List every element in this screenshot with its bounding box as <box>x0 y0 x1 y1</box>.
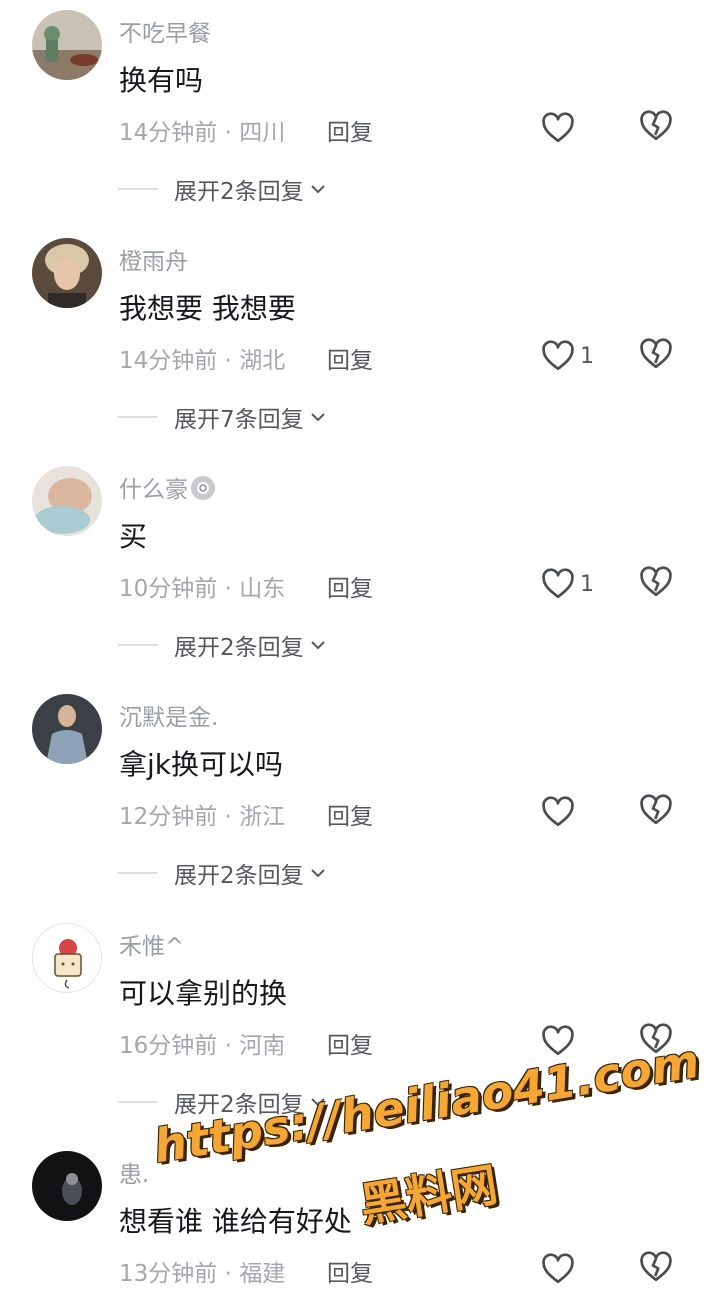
comment-text: 拿jk换可以吗 <box>119 748 283 781</box>
divider-line <box>118 644 158 646</box>
comment-time: 14分钟前 <box>119 348 218 374</box>
broken-heart-icon[interactable] <box>638 792 674 828</box>
comment-location: 山东 <box>239 576 286 602</box>
avatar[interactable] <box>32 10 102 80</box>
comment-item: 患. 想看谁 谁给有好处 13分钟前 · 福建 回复 <box>0 1143 710 1287</box>
chevron-down-icon <box>310 869 325 878</box>
comment-item: 沉默是金. 拿jk换可以吗 12分钟前 · 浙江 回复 展开2条回复 <box>0 686 710 914</box>
chevron-down-icon <box>310 641 325 650</box>
divider-line <box>118 1101 158 1103</box>
comment-time: 12分钟前 <box>119 804 218 830</box>
expand-replies-label: 展开2条回复 <box>174 863 304 889</box>
comment-location: 浙江 <box>239 804 286 830</box>
meta-separator: · <box>217 348 240 374</box>
meta-separator: · <box>217 576 240 602</box>
username[interactable]: 不吃早餐 <box>119 14 211 48</box>
comment-meta: 14分钟前 · 四川 <box>119 113 285 147</box>
comment-time: 16分钟前 <box>119 1033 218 1059</box>
comment-item: 不吃早餐 换有吗 14分钟前 · 四川 回复 展开2条回复 <box>0 2 710 230</box>
comment-item: 禾惟^ 可以拿别的换 16分钟前 · 河南 回复 展开2条回复 <box>0 915 710 1143</box>
heart-icon <box>542 568 574 599</box>
comment-meta: 12分钟前 · 浙江 <box>119 797 285 831</box>
like-count: 1 <box>580 343 594 369</box>
expand-replies[interactable]: 展开2条回复 <box>118 628 328 662</box>
comment-location: 湖北 <box>239 348 286 374</box>
reply-button[interactable]: 回复 <box>327 569 373 603</box>
comment-meta: 16分钟前 · 河南 <box>119 1026 285 1060</box>
like-button[interactable]: 1 <box>540 334 594 378</box>
comment-text: 我想要 我想要 <box>119 292 296 325</box>
heart-icon <box>542 1025 574 1056</box>
comment-time: 13分钟前 <box>119 1261 218 1287</box>
divider-line <box>118 188 158 190</box>
username[interactable]: 什么豪 <box>119 470 216 504</box>
username[interactable]: 禾惟^ <box>119 927 184 961</box>
divider-line <box>118 872 158 874</box>
comment-text: 买 <box>119 520 148 553</box>
meta-separator: · <box>217 1261 240 1287</box>
expand-replies-label: 展开2条回复 <box>174 1092 304 1118</box>
avatar[interactable] <box>32 694 102 764</box>
comment-meta: 10分钟前 · 山东 <box>119 569 285 603</box>
reply-button[interactable]: 回复 <box>327 797 373 831</box>
chevron-down-icon <box>310 413 325 422</box>
comment-text: 可以拿别的换 <box>119 977 288 1010</box>
avatar[interactable] <box>32 238 102 308</box>
reply-button[interactable]: 回复 <box>327 341 373 375</box>
broken-heart-icon[interactable] <box>638 564 674 600</box>
expand-replies-label: 展开2条回复 <box>174 635 304 661</box>
chevron-down-icon <box>310 185 325 194</box>
username[interactable]: 患. <box>119 1155 149 1189</box>
comment-meta: 14分钟前 · 湖北 <box>119 341 285 375</box>
like-button[interactable] <box>540 1247 580 1291</box>
comment-meta: 13分钟前 · 福建 <box>119 1254 285 1288</box>
comment-item: 橙雨舟 我想要 我想要 14分钟前 · 湖北 回复 1 展开7条回复 <box>0 230 710 458</box>
divider-line <box>118 416 158 418</box>
meta-separator: · <box>217 804 240 830</box>
comment-text: 换有吗 <box>119 64 204 97</box>
avatar[interactable] <box>32 923 102 993</box>
like-button[interactable] <box>540 1019 580 1063</box>
expand-replies[interactable]: 展开2条回复 <box>118 1085 328 1119</box>
comment-location: 四川 <box>239 120 286 146</box>
like-button[interactable]: 1 <box>540 562 594 606</box>
comment-item: 什么豪 买 10分钟前 · 山东 回复 1 展开2条回复 <box>0 458 710 686</box>
expand-replies-label: 展开7条回复 <box>174 407 304 433</box>
broken-heart-icon[interactable] <box>638 1021 674 1057</box>
broken-heart-icon[interactable] <box>638 336 674 372</box>
like-button[interactable] <box>540 790 580 834</box>
like-count: 1 <box>580 571 594 597</box>
comment-location: 河南 <box>239 1033 286 1059</box>
comment-location: 福建 <box>239 1261 286 1287</box>
heart-icon <box>542 796 574 827</box>
comment-time: 10分钟前 <box>119 576 218 602</box>
avatar[interactable] <box>32 466 102 536</box>
username-text: 什么豪 <box>119 477 188 503</box>
meta-separator: · <box>217 120 240 146</box>
heart-icon <box>542 340 574 371</box>
expand-replies[interactable]: 展开2条回复 <box>118 856 328 890</box>
reply-button[interactable]: 回复 <box>327 1026 373 1060</box>
chevron-down-icon <box>310 1098 325 1107</box>
heart-icon <box>542 1253 574 1284</box>
meta-separator: · <box>217 1033 240 1059</box>
reply-button[interactable]: 回复 <box>327 113 373 147</box>
broken-heart-icon[interactable] <box>638 108 674 144</box>
expand-replies[interactable]: 展开2条回复 <box>118 172 328 206</box>
expand-replies-label: 展开2条回复 <box>174 179 304 205</box>
comment-text: 想看谁 谁给有好处 <box>119 1205 352 1238</box>
like-button[interactable] <box>540 106 580 150</box>
billiard-ball-icon <box>191 476 215 500</box>
username[interactable]: 沉默是金. <box>119 698 218 732</box>
comment-time: 14分钟前 <box>119 120 218 146</box>
avatar[interactable] <box>32 1151 102 1221</box>
heart-icon <box>542 112 574 143</box>
expand-replies[interactable]: 展开7条回复 <box>118 400 328 434</box>
reply-button[interactable]: 回复 <box>327 1254 373 1288</box>
username[interactable]: 橙雨舟 <box>119 242 188 276</box>
